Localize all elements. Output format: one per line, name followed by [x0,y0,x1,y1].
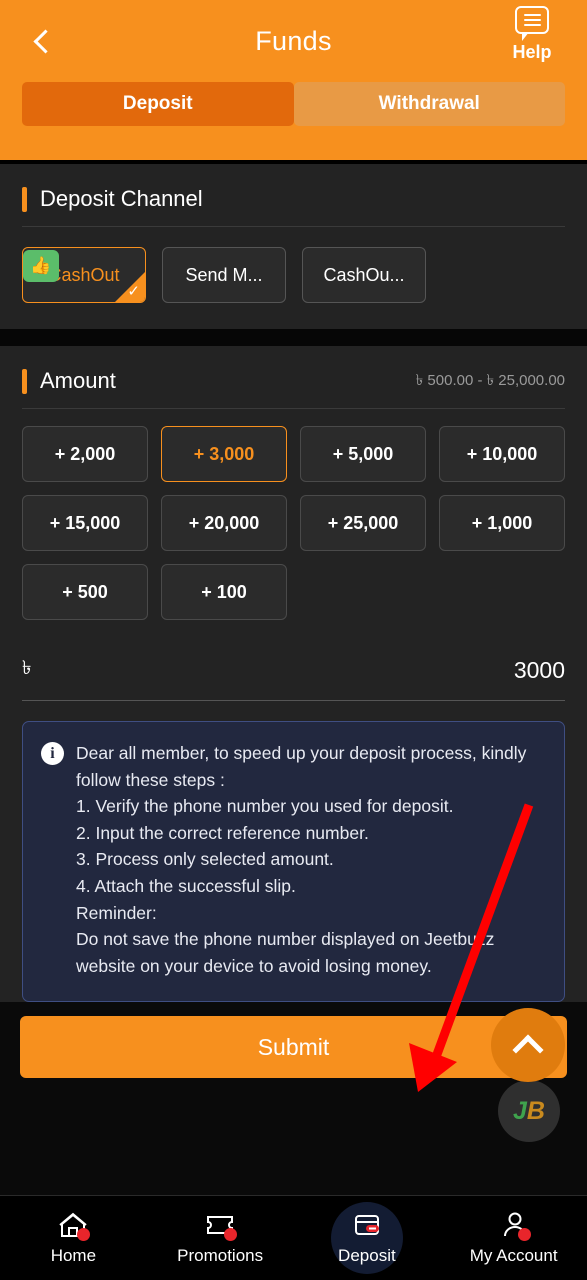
check-icon: ✓ [127,283,140,300]
deposit-instructions-notice: i Dear all member, to speed up your depo… [22,721,565,1003]
section-accent-bar [22,186,27,212]
amount-input-row: ৳ [22,630,565,700]
nav-label: Home [50,1246,97,1265]
funds-page: Funds Help Deposit Withdrawal Deposit Ch… [0,0,587,1280]
submit-button[interactable]: Submit [20,1016,567,1079]
page-header: Funds Help Deposit Withdrawal [0,0,587,160]
channel-label: Send M... [185,264,263,285]
funds-tabs: Deposit Withdrawal [22,82,565,138]
nav-item-my-account[interactable]: My Account [440,1196,587,1280]
channel-option-cashout[interactable]: 👍 CashOut ✓ [22,247,146,303]
tab-deposit[interactable]: Deposit [22,82,294,126]
brand-initial-b: B [526,1096,545,1125]
info-icon: i [41,742,64,765]
nav-item-home[interactable]: Home [0,1196,147,1280]
channel-option-cashout-2[interactable]: CashOu... [302,247,426,303]
amount-range-label: ৳ 500.00 - ৳ 25,000.00 [415,371,565,389]
quick-amount-button[interactable]: + 100 [161,564,287,620]
nav-label: My Account [469,1246,558,1265]
quick-amount-button[interactable]: + 20,000 [161,495,287,551]
amount-input[interactable] [325,656,565,684]
user-icon [499,1210,531,1241]
section-accent-bar [22,368,27,394]
quick-amount-button[interactable]: + 1,000 [439,495,565,551]
quick-amount-button[interactable]: + 25,000 [300,495,426,551]
wallet-icon [352,1210,382,1240]
nav-item-deposit[interactable]: Deposit [294,1196,441,1280]
channel-list: 👍 CashOut ✓ Send M... CashOu... [22,227,565,329]
amount-title: Amount [40,368,116,393]
brand-initial-j: J [513,1096,527,1125]
chevron-left-icon [32,28,58,54]
header-top-bar: Funds Help [22,0,565,82]
currency-symbol: ৳ [22,658,32,679]
notice-text: Dear all member, to speed up your deposi… [76,743,527,976]
ticket-icon [205,1210,238,1241]
deposit-channel-panel: Deposit Channel 👍 CashOut ✓ Send M... Ca… [0,164,587,329]
bottom-navigation: Home Promotions Deposit My Account [0,1195,587,1280]
quick-amount-grid: + 2,000 + 3,000 + 5,000 + 10,000 + 15,00… [22,409,565,630]
deposit-channel-header: Deposit Channel [22,164,565,226]
nav-label: Deposit [338,1246,396,1265]
nav-item-promotions[interactable]: Promotions [147,1196,294,1280]
amount-header: Amount ৳ 500.00 - ৳ 25,000.00 [22,346,565,408]
help-button[interactable]: Help [499,6,565,63]
channel-label: CashOu... [323,264,405,285]
notification-dot [224,1228,238,1241]
tab-withdrawal[interactable]: Withdrawal [293,82,565,126]
panel-separator [0,329,587,346]
amount-input-underline [22,700,565,701]
notification-dot [517,1228,531,1241]
quick-amount-button[interactable]: + 15,000 [22,495,148,551]
brand-logo-badge[interactable]: JB [498,1080,560,1143]
help-label: Help [512,42,552,62]
chevron-up-icon [512,1034,544,1066]
channel-option-send-money[interactable]: Send M... [162,247,286,303]
speech-bubble-icon [515,6,549,41]
page-title: Funds [255,25,332,56]
nav-label: Promotions [177,1246,264,1265]
quick-amount-button-selected[interactable]: + 3,000 [161,426,287,482]
home-icon [58,1210,91,1241]
quick-amount-button[interactable]: + 10,000 [439,426,565,482]
amount-panel: Amount ৳ 500.00 - ৳ 25,000.00 + 2,000 + … [0,346,587,1003]
back-button[interactable] [22,21,62,61]
quick-amount-button[interactable]: + 500 [22,564,148,620]
deposit-channel-title: Deposit Channel [40,186,203,211]
submit-area: Submit JB [0,1002,587,1195]
thumbs-up-icon: 👍 [23,250,59,282]
quick-amount-button[interactable]: + 2,000 [22,426,148,482]
channel-label: CashOut [48,264,120,285]
quick-amount-button[interactable]: + 5,000 [300,426,426,482]
scroll-to-top-button[interactable] [491,1008,565,1083]
notification-dot [77,1228,91,1241]
